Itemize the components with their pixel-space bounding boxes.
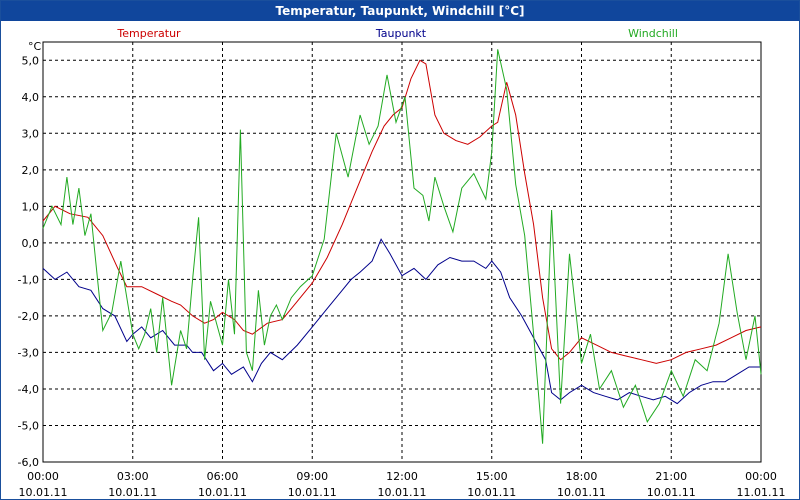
x-tick-date: 10.01.11 — [647, 486, 696, 499]
legend-entry-taupunkt: Taupunkt — [375, 27, 427, 40]
x-tick-time: 00:00 — [27, 470, 59, 483]
chart-window: Temperatur, Taupunkt, Windchill [°C] °C … — [0, 0, 800, 500]
x-tick-date: 10.01.11 — [467, 486, 516, 499]
x-tick-time: 21:00 — [655, 470, 687, 483]
x-tick-time: 12:00 — [386, 470, 418, 483]
x-tick-time: 06:00 — [207, 470, 239, 483]
y-tick-label: -1,0 — [18, 273, 39, 286]
y-tick-label: 4,0 — [22, 91, 40, 104]
y-tick-label: -2,0 — [18, 310, 39, 323]
legend-entry-temperatur: Temperatur — [116, 27, 181, 40]
x-tick-date: 10.01.11 — [378, 486, 427, 499]
legend: Temperatur Taupunkt Windchill — [116, 27, 678, 40]
y-tick-label: -6,0 — [18, 456, 39, 469]
x-tick-time: 09:00 — [296, 470, 328, 483]
y-tick-label: 1,0 — [22, 200, 40, 213]
x-tick-date: 10.01.11 — [198, 486, 247, 499]
y-axis-ticks: 5,0 4,0 3,0 2,0 1,0 0,0 -1,0 -2,0 -3,0 -4,0 -5,0 -6… — [18, 54, 39, 469]
y-tick-label: -5,0 — [18, 419, 39, 432]
chart-canvas: °C Temperatur Taupunkt Windchill 5,0 4,0 3,0… — [18, 27, 786, 499]
x-tick-date: 10.01.11 — [19, 486, 68, 499]
y-tick-label: 0,0 — [22, 237, 40, 250]
y-tick-label: 5,0 — [22, 54, 40, 67]
x-axis-ticks: 00:00 10.01.11 03:00 10.01.11 06:00 10.01.11 0… — [19, 470, 786, 499]
y-tick-label: 3,0 — [22, 127, 40, 140]
x-tick-date: 10.01.11 — [288, 486, 337, 499]
x-tick-date: 10.01.11 — [108, 486, 157, 499]
legend-entry-windchill: Windchill — [628, 27, 678, 40]
x-tick-time: 00:00 — [745, 470, 777, 483]
y-axis-label: °C — [28, 40, 42, 53]
x-tick-time: 03:00 — [117, 470, 149, 483]
x-tick-time: 18:00 — [566, 470, 598, 483]
x-tick-date: 10.01.11 — [557, 486, 606, 499]
y-tick-label: 2,0 — [22, 164, 40, 177]
y-tick-label: -4,0 — [18, 383, 39, 396]
y-tick-label: -3,0 — [18, 346, 39, 359]
x-tick-time: 15:00 — [476, 470, 508, 483]
x-tick-date: 11.01.11 — [737, 486, 786, 499]
window-title: Temperatur, Taupunkt, Windchill [°C] — [1, 1, 799, 21]
